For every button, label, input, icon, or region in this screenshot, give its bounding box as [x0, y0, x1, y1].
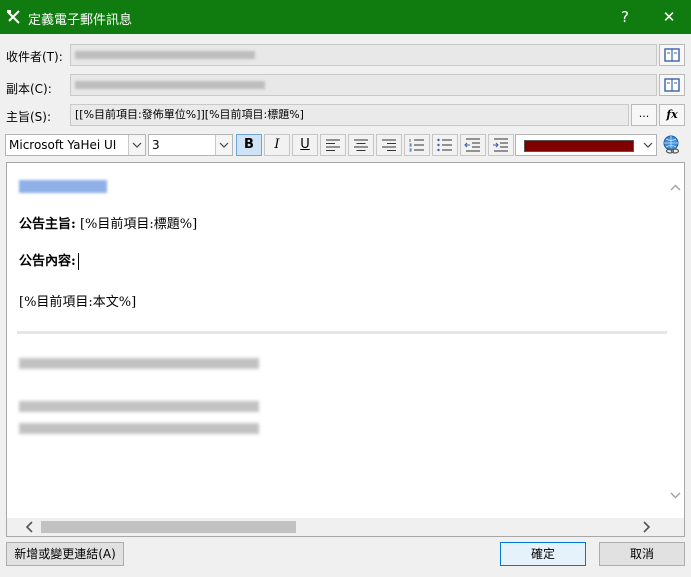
to-label: 收件者(T):: [6, 50, 63, 64]
scroll-up-icon[interactable]: [667, 179, 684, 196]
numbered-list-icon: [409, 139, 424, 152]
align-left-icon: [326, 139, 340, 151]
subject-field-token: [%目前項目:標題%]: [79, 217, 198, 232]
subject-heading: 公告主旨:: [19, 217, 76, 232]
italic-button[interactable]: I: [264, 134, 290, 156]
text-color-swatch: [524, 140, 634, 152]
horizontal-scrollbar[interactable]: [7, 518, 667, 536]
font-name-select[interactable]: Microsoft YaHei UI: [5, 134, 146, 156]
title-bar: 定義電子郵件訊息 ? ✕: [0, 0, 691, 34]
content-line: 公告內容:: [19, 250, 79, 270]
cc-address-book-button[interactable]: [659, 74, 685, 96]
font-name-value: Microsoft YaHei UI: [9, 138, 117, 152]
subject-more-button[interactable]: ...: [631, 104, 657, 126]
chevron-down-icon: [128, 135, 145, 155]
link-text-redacted: [19, 180, 107, 193]
text-cursor: [77, 253, 79, 270]
window-title: 定義電子郵件訊息: [28, 13, 133, 28]
vertical-scrollbar[interactable]: [667, 163, 684, 518]
subject-label: 主旨(S):: [6, 110, 52, 124]
font-size-select[interactable]: 3: [148, 134, 233, 156]
bold-button[interactable]: B: [236, 134, 262, 156]
chevron-down-icon: [640, 135, 656, 155]
message-body-editor[interactable]: 公告主旨: [%目前項目:標題%] 公告內容: [%目前項目:本文%]: [6, 162, 685, 537]
to-address-book-button[interactable]: [659, 44, 685, 66]
address-book-icon: [664, 78, 680, 92]
redacted-text-line: [19, 423, 259, 434]
to-value-redacted: [75, 51, 255, 59]
cc-label: 副本(C):: [6, 82, 52, 96]
ok-button[interactable]: 確定: [500, 542, 586, 566]
text-color-picker[interactable]: [515, 134, 657, 156]
content-field-token: [%目前項目:本文%]: [19, 295, 137, 310]
decrease-indent-button[interactable]: [460, 134, 486, 156]
bullet-list-button[interactable]: [432, 134, 458, 156]
horizontal-scroll-thumb[interactable]: [41, 521, 296, 533]
align-right-button[interactable]: [376, 134, 402, 156]
increase-indent-button[interactable]: [488, 134, 514, 156]
to-field[interactable]: [70, 44, 657, 66]
chevron-down-icon: [215, 135, 232, 155]
align-left-button[interactable]: [320, 134, 346, 156]
underline-button[interactable]: U: [292, 134, 318, 156]
cancel-button[interactable]: 取消: [599, 542, 685, 566]
font-size-value: 3: [152, 138, 160, 152]
close-button[interactable]: ✕: [647, 0, 691, 34]
redacted-text-line: [19, 401, 259, 412]
increase-indent-icon: [493, 138, 508, 152]
content-heading: 公告內容:: [19, 254, 76, 269]
bullet-list-icon: [437, 138, 452, 152]
decrease-indent-icon: [464, 138, 480, 152]
numbered-list-button[interactable]: [404, 134, 430, 156]
add-or-change-link-button[interactable]: 新增或變更連結(A): [6, 542, 124, 566]
subject-field[interactable]: [[%目前項目:發佈單位%]][%目前項目:標題%]: [70, 104, 629, 126]
align-center-button[interactable]: [348, 134, 374, 156]
divider: [17, 331, 667, 334]
tools-icon: [7, 10, 20, 24]
align-center-icon: [354, 139, 368, 151]
hyperlink-icon: [663, 135, 680, 154]
scrollbar-corner: [667, 518, 684, 536]
scroll-down-icon[interactable]: [667, 487, 684, 504]
align-right-icon: [382, 139, 396, 151]
address-book-icon: [664, 48, 680, 62]
scroll-right-icon[interactable]: [637, 518, 655, 536]
help-button[interactable]: ?: [603, 0, 647, 34]
cc-field[interactable]: [70, 74, 657, 96]
cc-value-redacted: [75, 81, 265, 89]
subject-line: 公告主旨: [%目前項目:標題%]: [19, 213, 197, 232]
redacted-text-line: [19, 358, 259, 369]
function-icon[interactable]: fx: [659, 104, 685, 126]
insert-link-button[interactable]: [660, 134, 686, 156]
scroll-left-icon[interactable]: [21, 518, 39, 536]
